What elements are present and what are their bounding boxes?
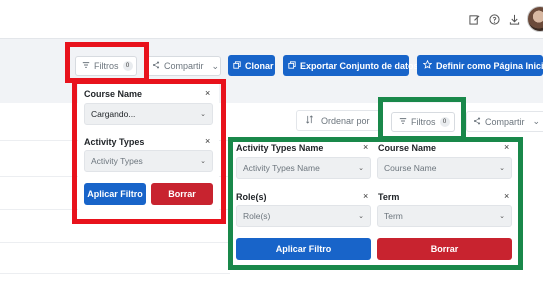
filter-panel-secondary: Activity Types Name × Activity Types Nam…: [234, 141, 518, 265]
sort-by-button[interactable]: Ordenar por ⌄: [296, 110, 385, 131]
table-row-divider: [0, 242, 230, 243]
roles-select[interactable]: Role(s) ⌄: [236, 205, 371, 227]
close-icon[interactable]: ×: [363, 191, 368, 201]
course-name-label: Course Name: [84, 89, 143, 99]
sort-by-label: Ordenar por: [321, 115, 370, 126]
table-share-label: Compartir: [485, 116, 525, 127]
clear-filter-button[interactable]: Borrar: [151, 183, 213, 205]
term-select[interactable]: Term ⌄: [377, 205, 512, 227]
filter-icon: [82, 61, 90, 71]
clone-button-label: Clonar: [245, 60, 274, 71]
close-icon[interactable]: ×: [363, 142, 368, 152]
term-placeholder: Term: [384, 211, 403, 221]
term-label: Term: [378, 192, 400, 202]
chevron-down-icon: ⌄: [499, 165, 505, 172]
activity-types-name-label: Activity Types Name: [236, 143, 324, 153]
chevron-down-icon: ⌄: [532, 116, 541, 126]
filters-button[interactable]: Filtros 0: [75, 56, 137, 76]
set-home-page-button-label: Definir como Página Inicial: [436, 60, 543, 71]
roles-label: Role(s): [236, 192, 267, 202]
clone-button[interactable]: Clonar: [228, 55, 275, 76]
export-dataset-button[interactable]: Exportar Conjunto de datos: [283, 55, 419, 76]
chevron-down-icon: ⌄: [499, 213, 505, 220]
chevron-down-icon: ⌄: [200, 111, 206, 118]
table-share-button[interactable]: Compartir ⌄: [466, 111, 543, 132]
course-name-value: Cargando...: [91, 109, 136, 119]
share-button-label: Compartir: [164, 61, 204, 71]
note-edit-icon[interactable]: [467, 12, 481, 26]
apply-filter-button[interactable]: Aplicar Filtro: [84, 183, 146, 205]
table-filters-button[interactable]: Filtros 0: [391, 112, 455, 132]
avatar[interactable]: [527, 6, 543, 32]
activity-types-label: Activity Types: [84, 137, 145, 147]
chevron-down-icon: ⌄: [358, 213, 364, 220]
close-icon[interactable]: ×: [205, 88, 210, 98]
apply-filter-button[interactable]: Aplicar Filtro: [236, 238, 371, 260]
help-icon[interactable]: [487, 12, 501, 26]
top-header: [0, 0, 543, 38]
filters-count-badge: 0: [122, 61, 133, 71]
star-icon: [422, 59, 433, 71]
course-name-select[interactable]: Cargando... ⌄: [84, 103, 213, 125]
clear-filter-button[interactable]: Borrar: [377, 238, 512, 260]
copy-icon: [233, 60, 241, 71]
table-filters-count-badge: 0: [439, 117, 450, 127]
activity-types-placeholder: Activity Types: [91, 156, 143, 166]
filters-button-label: Filtros: [94, 61, 119, 71]
activity-types-name-select[interactable]: Activity Types Name ⌄: [236, 157, 371, 179]
filter-panel-primary: Course Name × Cargando... ⌄ Activity Typ…: [78, 83, 219, 218]
filter-icon: [399, 117, 407, 127]
activity-types-name-placeholder: Activity Types Name: [243, 163, 320, 173]
close-icon[interactable]: ×: [205, 136, 210, 146]
activity-types-select[interactable]: Activity Types ⌄: [84, 150, 213, 172]
export-dataset-button-label: Exportar Conjunto de datos: [300, 60, 419, 71]
chevron-down-icon: ⌄: [200, 158, 206, 165]
table-row-divider: [0, 273, 230, 274]
download-icon[interactable]: [507, 12, 521, 26]
copy-icon: [288, 60, 296, 71]
chevron-down-icon: ⌄: [211, 60, 220, 71]
share-button[interactable]: Compartir ⌄: [145, 56, 221, 76]
share-icon: [473, 117, 481, 127]
share-icon: [152, 61, 160, 71]
course-name-select[interactable]: Course Name ⌄: [377, 157, 512, 179]
roles-placeholder: Role(s): [243, 211, 271, 221]
set-home-page-button[interactable]: Definir como Página Inicial: [417, 55, 543, 76]
course-name-label: Course Name: [378, 143, 437, 153]
sort-icon: [305, 115, 314, 126]
close-icon[interactable]: ×: [504, 142, 509, 152]
chevron-down-icon: ⌄: [377, 115, 386, 125]
course-name-placeholder: Course Name: [384, 163, 437, 173]
chevron-down-icon: ⌄: [358, 165, 364, 172]
table-filters-label: Filtros: [411, 117, 436, 127]
close-icon[interactable]: ×: [504, 191, 509, 201]
